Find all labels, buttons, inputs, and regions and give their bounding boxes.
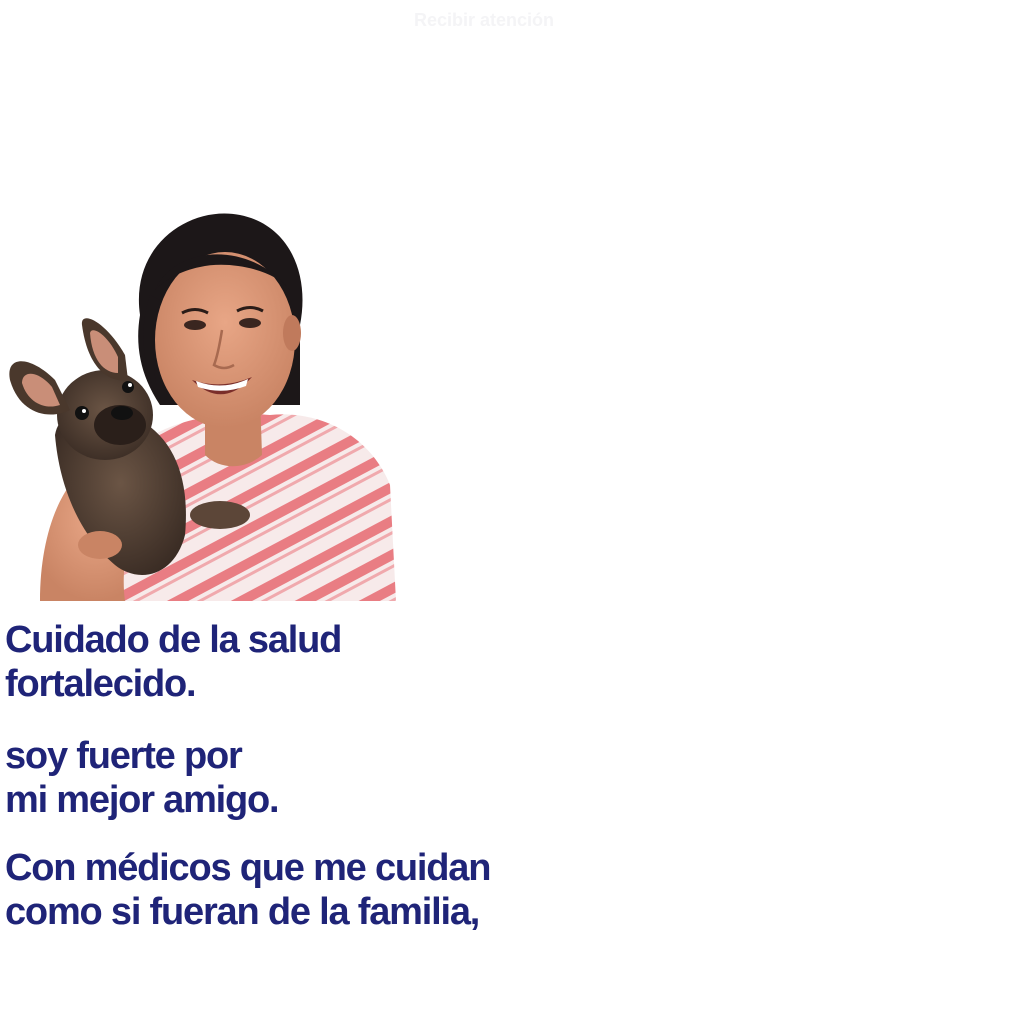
hero-body-line2: como si fueran de la familia, [5, 891, 480, 933]
hero-headline-line2: fortalecido. [5, 663, 197, 705]
hero-body-line1: Con médicos que me cuidan [5, 847, 491, 889]
hero-headline: Cuidado de la salud fortalecido. [5, 618, 342, 706]
hero-subline-line2: mi mejor amigo. [5, 779, 280, 821]
hero-body: Con médicos que me cuidan como si fueran… [5, 846, 491, 934]
page: Recibir atención Cuidado de la salud for… [0, 0, 1024, 1024]
woman-with-dog-photo [0, 205, 400, 601]
hero-subline-line1: soy fuerte por [5, 735, 243, 777]
hero-headline-line1: Cuidado de la salud [5, 619, 342, 661]
hero-subline: soy fuerte por mi mejor amigo. [5, 734, 280, 822]
receive-care-button[interactable]: Recibir atención [414, 7, 594, 33]
